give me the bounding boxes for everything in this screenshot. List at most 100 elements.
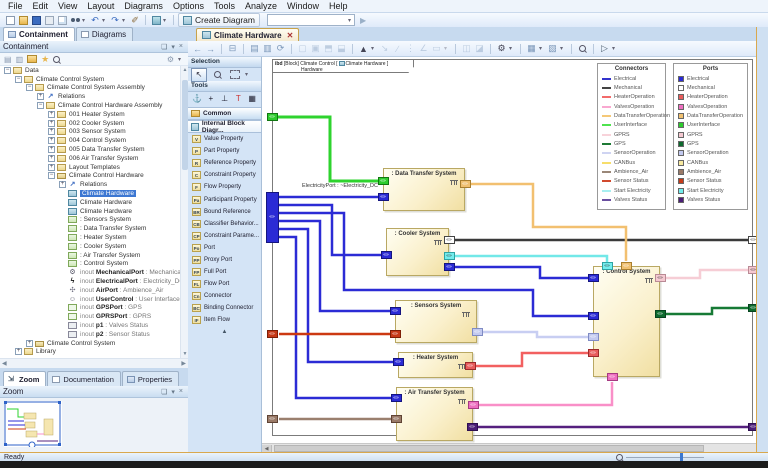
find-icon[interactable]	[69, 14, 81, 26]
tree-item[interactable]: inout ElectricalPort : Electricity_DC	[0, 277, 180, 286]
tree-item[interactable]: inout p1 : Valves Status	[0, 321, 180, 330]
block-air-transfer-system[interactable]: : Air Transfer System	[396, 387, 473, 441]
port-sensors-sensor-status[interactable]: «»	[390, 330, 401, 338]
find-dropdown-caret[interactable]: ▾	[82, 17, 88, 24]
tree-item[interactable]: : Sensors System	[0, 216, 180, 225]
menu-item-analyze[interactable]: Analyze	[240, 0, 282, 12]
tree-plus-badge[interactable]: +	[48, 164, 55, 171]
palette-item[interactable]: CBClassifier Behavior...	[188, 218, 261, 230]
align-tool-icon[interactable]: +	[205, 92, 217, 106]
close-panel-icon[interactable]: ×	[177, 43, 185, 50]
tree-item[interactable]: : Air Transfer System	[0, 251, 180, 260]
port-heater-electrical[interactable]: «»	[393, 358, 404, 366]
validation-icon[interactable]	[129, 14, 141, 26]
tree-item[interactable]: : Data Transfer System	[0, 224, 180, 233]
run-icon[interactable]: ▶	[360, 16, 366, 25]
tree-item[interactable]: Climate Hardware	[0, 189, 180, 198]
menu-item-edit[interactable]: Edit	[28, 0, 54, 12]
tree-item[interactable]: +Library	[0, 348, 180, 357]
tree-item[interactable]: : Cooler System	[0, 242, 180, 251]
simulate-caret[interactable]: ▾	[612, 45, 618, 52]
select-in-containment-icon[interactable]: ⊟	[227, 43, 238, 54]
tree-item[interactable]: +005 Data Transfer System	[0, 145, 180, 154]
menu-item-view[interactable]: View	[53, 0, 82, 12]
palette-item[interactable]: PaParticipant Property	[188, 193, 261, 205]
ungroup-icon[interactable]: ⬓	[336, 43, 347, 54]
tree-item[interactable]: −Climate Control System Assembly	[0, 84, 180, 93]
port-control-valves-operation[interactable]: «»	[607, 373, 618, 381]
text-tool-icon[interactable]: T	[232, 92, 244, 106]
expand-all-icon[interactable]: ▥	[16, 55, 24, 64]
palette-item[interactable]: FPFull Port	[188, 266, 261, 278]
tree-settings-caret[interactable]: ▾	[178, 56, 184, 63]
port-frame-ambience-air[interactable]: «»	[267, 415, 278, 423]
diagrams-dropdown-caret[interactable]: ▾	[163, 17, 169, 24]
port-frame-sensor-status[interactable]: «»	[267, 330, 278, 338]
port-control-electrical-1[interactable]: «»	[588, 274, 599, 282]
block-sensors-system[interactable]: : Sensors System	[395, 300, 477, 343]
block-control-system[interactable]: : Control System	[593, 266, 660, 377]
port-frame-gprs[interactable]: «»	[748, 266, 757, 274]
diagrams-icon[interactable]	[150, 14, 162, 26]
port-frame-mechanical[interactable]: «»	[748, 236, 757, 244]
tree-item[interactable]: −Climate Control Hardware	[0, 172, 180, 181]
port-cooler-start-electricity[interactable]: «»	[444, 252, 455, 260]
layout-icon[interactable]: ▲	[358, 44, 369, 54]
palette-item[interactable]: FFlow Property	[188, 181, 261, 193]
tree-item[interactable]: inout AirPort : Ambience_Air	[0, 286, 180, 295]
diagram-canvas[interactable]: ibd [Block] Climate Control [Climate Har…	[262, 57, 756, 443]
tree-item[interactable]: inout GPSPort : GPS	[0, 304, 180, 313]
tree-item[interactable]: −Data	[0, 66, 180, 75]
palette-item[interactable]: BRBound Reference	[188, 206, 261, 218]
ibd-section-bar[interactable]: Internal Block Diagr...	[188, 120, 261, 133]
tab-properties[interactable]: Properties	[122, 371, 179, 386]
tab-diagrams[interactable]: Diagrams	[76, 27, 133, 41]
tree-item[interactable]: +002 Cooler System	[0, 119, 180, 128]
palette-item[interactable]: CConstraint Property	[188, 169, 261, 181]
port-air-electrical[interactable]: «»	[391, 394, 402, 402]
palette-item[interactable]: VValue Property	[188, 133, 261, 145]
diagram-settings-gear-icon[interactable]: ⚙	[496, 43, 507, 54]
tree-item[interactable]: inout p2 : Sensor Status	[0, 330, 180, 339]
palette-item[interactable]: CnConnector	[188, 290, 261, 302]
selection-tools-caret[interactable]: ▾	[245, 71, 251, 78]
tree-item[interactable]: +Relations	[0, 92, 180, 101]
tree-plus-badge[interactable]: +	[37, 93, 44, 100]
combo-caret[interactable]: ▾	[348, 17, 354, 24]
refresh-icon[interactable]: ⟳	[275, 43, 286, 54]
tree-minus-badge[interactable]: −	[4, 67, 11, 74]
image-export-icon[interactable]: ▦	[526, 43, 537, 54]
resize-tool-icon[interactable]: ⊥	[219, 92, 231, 106]
tree-horizontal-scrollbar[interactable]: ◀▶	[0, 358, 188, 368]
create-diagram-button[interactable]: Create Diagram	[178, 13, 260, 27]
port-air-valves-status[interactable]: «»	[467, 423, 478, 431]
palette-item[interactable]: IFItem Flow	[188, 314, 261, 326]
image-export-caret[interactable]: ▾	[539, 45, 545, 52]
redo-icon[interactable]	[109, 14, 121, 26]
port-sensors-sensor-operation[interactable]: «»	[472, 328, 483, 336]
print-icon[interactable]	[43, 14, 55, 26]
port-control-data-transfer[interactable]: «»	[621, 262, 632, 270]
tree-item[interactable]: +004 Control System	[0, 136, 180, 145]
marquee-select-tool[interactable]	[227, 68, 243, 82]
selection-arrow-tool[interactable]: ↖	[191, 68, 207, 82]
port-control-gprs[interactable]: «»	[655, 274, 666, 282]
tree-plus-badge[interactable]: +	[48, 146, 55, 153]
port-cooler-mechanical[interactable]: «»	[444, 236, 455, 244]
favorites-icon[interactable]: ★	[41, 54, 49, 65]
tree-item[interactable]: +001 Heater System	[0, 110, 180, 119]
float-panel-icon[interactable]: ❏	[159, 43, 169, 51]
grid-tool-icon[interactable]: ▦	[246, 92, 258, 106]
shape-icon[interactable]: ▭	[431, 43, 442, 54]
port-frame-valves-status[interactable]: «»	[748, 423, 757, 431]
simulate-icon[interactable]: ▷	[599, 43, 610, 54]
tree-plus-badge[interactable]: +	[15, 348, 22, 355]
tree-settings-gear-icon[interactable]: ⚙	[167, 55, 174, 64]
search-combo-box[interactable]: ▾	[267, 14, 355, 26]
port-control-electrical-2[interactable]: «»	[588, 312, 599, 320]
shape-caret[interactable]: ▾	[444, 45, 450, 52]
port-cooler-electrical-right[interactable]: «»	[444, 263, 455, 271]
palette-item[interactable]: PoPort	[188, 242, 261, 254]
tree-minus-badge[interactable]: −	[26, 84, 33, 91]
stamp-icon[interactable]: ◫	[461, 43, 472, 54]
